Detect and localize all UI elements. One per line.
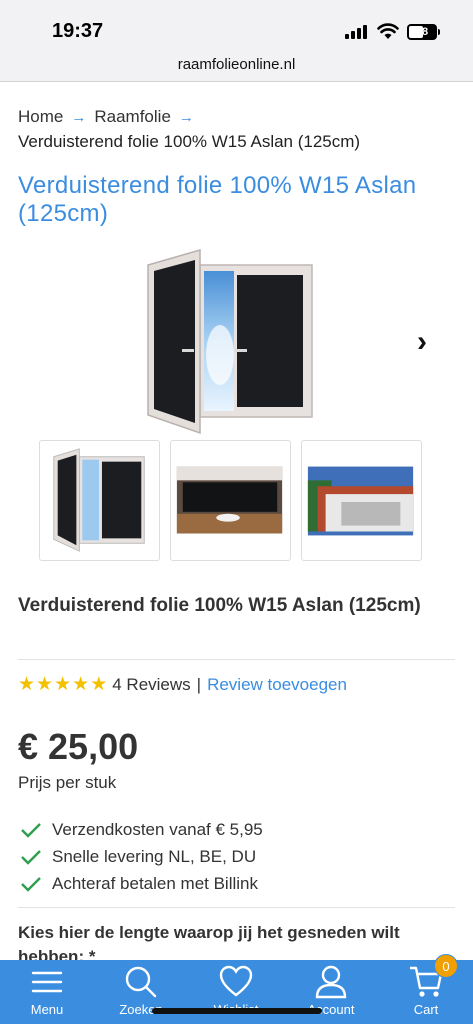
usp-text: Verzendkosten vanaf € 5,95 [52, 819, 263, 839]
star-icon: ★ [72, 674, 90, 695]
star-rating: ★ ★ ★ ★ ★ [18, 675, 108, 695]
reviews-row: ★ ★ ★ ★ ★ 4 Reviews | Review toevoegen [18, 672, 347, 698]
star-icon: ★ [90, 674, 108, 695]
breadcrumb-raamfolie[interactable]: Raamfolie [94, 107, 171, 127]
reviews-separator: | [196, 675, 202, 694]
nav-label: Menu [30, 1002, 64, 1017]
star-icon: ★ [36, 674, 54, 695]
usp-text: Achteraf betalen met Billink [52, 873, 258, 893]
thumbnail-building-exterior[interactable] [301, 440, 422, 561]
bottom-navigation: Menu Zoeken Wishlist Account Cart [0, 960, 473, 1024]
product-name: Verduisterend folie 100% W15 Aslan (125c… [18, 595, 421, 616]
gallery-next-button[interactable]: › [408, 326, 436, 358]
cart-count-badge: 0 [434, 954, 458, 978]
nav-menu[interactable]: Menu [0, 960, 94, 1024]
breadcrumb-home[interactable]: Home [18, 107, 63, 127]
product-main-image[interactable] [140, 245, 325, 440]
url-text[interactable]: raamfolieonline.nl [178, 56, 296, 73]
menu-icon [31, 971, 63, 993]
status-time: 19:37 [52, 20, 104, 42]
home-indicator[interactable] [152, 1008, 322, 1014]
divider [18, 659, 455, 660]
usp-item: Verzendkosten vanaf € 5,95 [20, 816, 440, 843]
nav-label: Cart [413, 1002, 439, 1017]
thumbnail-window-film[interactable] [39, 440, 160, 561]
battery-level: 38 [415, 26, 429, 38]
usp-item: Achteraf betalen met Billink [20, 870, 440, 897]
page-title: Verduisterend folie 100% W15 Aslan (125c… [18, 172, 417, 227]
usp-text: Snelle levering NL, BE, DU [52, 846, 257, 866]
breadcrumb: Home → Raamfolie → Verduisterend folie 1… [18, 106, 458, 152]
usp-list: Verzendkosten vanaf € 5,95 Snelle leveri… [20, 816, 440, 897]
add-review-link[interactable]: Review toevoegen [207, 675, 347, 695]
search-icon [125, 966, 157, 998]
checkmark-icon [21, 822, 41, 838]
thumbnail-interior-room[interactable] [170, 440, 291, 561]
product-price: € 25,00 [18, 726, 139, 767]
star-icon: ★ [54, 674, 72, 695]
reviews-count[interactable]: 4 Reviews [112, 675, 190, 695]
arrow-right-icon: → [71, 108, 87, 126]
status-bar: 19:37 38 [0, 0, 473, 52]
nav-account[interactable]: Account [284, 960, 378, 1024]
usp-item: Snelle levering NL, BE, DU [20, 843, 440, 870]
divider [18, 907, 455, 908]
checkmark-icon [21, 876, 41, 892]
price-note: Prijs per stuk [18, 773, 117, 792]
nav-wishlist[interactable]: Wishlist [189, 960, 283, 1024]
star-icon: ★ [18, 674, 36, 695]
thumbnail-strip [39, 440, 424, 562]
checkmark-icon [21, 849, 41, 865]
wifi-icon [377, 23, 399, 39]
url-bar[interactable]: raamfolieonline.nl [0, 52, 473, 82]
breadcrumb-current: Verduisterend folie 100% W15 Aslan (125c… [18, 132, 361, 151]
heart-icon [219, 965, 253, 997]
user-icon [315, 965, 347, 999]
arrow-right-icon: → [178, 108, 194, 126]
battery-icon: 38 [407, 24, 437, 40]
cellular-signal-icon [345, 25, 369, 39]
nav-cart[interactable]: Cart [379, 960, 473, 1024]
nav-search[interactable]: Zoeken [94, 960, 188, 1024]
